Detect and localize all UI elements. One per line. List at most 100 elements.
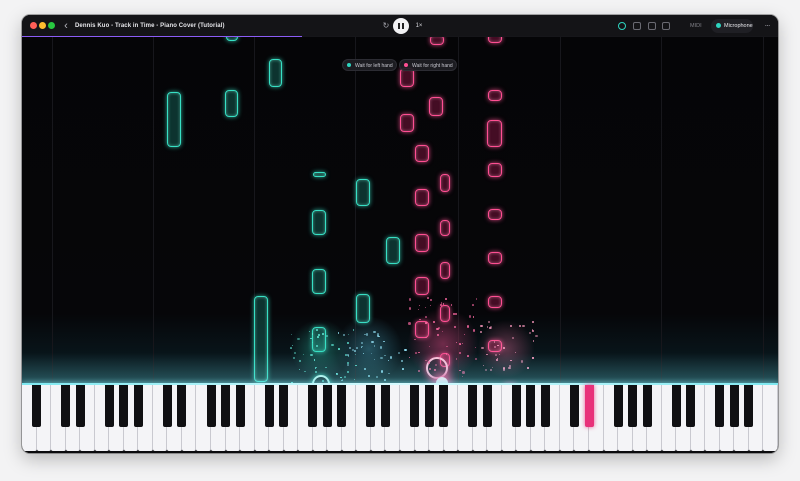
black-key[interactable] xyxy=(380,385,390,427)
black-key[interactable] xyxy=(366,385,376,427)
metronome-icon[interactable] xyxy=(662,22,670,30)
black-key[interactable] xyxy=(424,385,434,427)
black-key[interactable] xyxy=(264,385,274,427)
particle xyxy=(472,304,474,306)
black-key[interactable] xyxy=(468,385,478,427)
particle xyxy=(315,344,318,347)
midi-button[interactable]: MIDI xyxy=(682,19,702,33)
black-key[interactable] xyxy=(308,385,318,427)
black-key[interactable] xyxy=(686,385,696,427)
black-key[interactable] xyxy=(75,385,85,427)
particle xyxy=(408,307,412,310)
black-key[interactable] xyxy=(744,385,754,427)
black-key[interactable] xyxy=(526,385,536,427)
black-key[interactable] xyxy=(540,385,550,427)
right-hand-note xyxy=(440,174,450,192)
black-key[interactable] xyxy=(337,385,347,427)
white-key[interactable] xyxy=(763,385,778,451)
black-key[interactable] xyxy=(279,385,289,427)
particle xyxy=(424,306,426,308)
particle xyxy=(418,304,421,306)
right-hand-note xyxy=(488,37,502,43)
chevron-left-icon[interactable]: ‹ xyxy=(60,19,72,33)
minimize-window-button[interactable] xyxy=(39,22,46,29)
pause-button[interactable] xyxy=(393,18,409,34)
right-hand-note xyxy=(488,163,502,177)
close-window-button[interactable] xyxy=(30,22,37,29)
black-key[interactable] xyxy=(482,385,492,427)
black-key[interactable] xyxy=(439,385,449,427)
particle xyxy=(532,321,535,324)
left-hand-note xyxy=(386,237,400,264)
restart-icon[interactable]: ↻ xyxy=(380,19,392,33)
keyboard-glow-floor xyxy=(22,353,778,383)
right-hand-note xyxy=(488,296,502,308)
particle xyxy=(414,338,416,341)
microphone-button[interactable]: Microphone xyxy=(711,19,753,33)
black-key[interactable] xyxy=(671,385,681,427)
left-hand-note xyxy=(356,179,370,206)
more-options-icon[interactable]: ··· xyxy=(761,19,773,33)
app-window: ‹ Dennis Kuo - Track in Time - Piano Cov… xyxy=(22,15,778,453)
black-key[interactable] xyxy=(410,385,420,427)
particle xyxy=(445,298,448,301)
black-key[interactable] xyxy=(162,385,172,427)
particle xyxy=(429,299,432,302)
black-key[interactable] xyxy=(221,385,231,427)
particle xyxy=(493,341,496,343)
particle xyxy=(472,316,474,318)
black-key[interactable] xyxy=(628,385,638,427)
black-key[interactable] xyxy=(511,385,521,427)
particle xyxy=(430,305,432,307)
particle xyxy=(424,321,427,324)
black-key[interactable] xyxy=(235,385,245,427)
black-key[interactable] xyxy=(177,385,187,427)
hand-icon[interactable] xyxy=(633,22,641,30)
grid-line xyxy=(52,37,53,383)
black-key[interactable] xyxy=(119,385,129,427)
piano-keyboard[interactable] xyxy=(22,383,778,453)
wait-right-hand-button[interactable]: Wait for right hand xyxy=(399,59,457,71)
sheet-music-icon[interactable] xyxy=(648,22,656,30)
right-hand-icon xyxy=(404,63,408,67)
right-hand-note xyxy=(415,145,429,162)
particle xyxy=(343,333,346,336)
right-hand-note xyxy=(429,97,443,116)
wait-left-hand-button[interactable]: Wait for left hand xyxy=(342,59,397,71)
particle xyxy=(373,330,376,334)
particle xyxy=(408,298,411,301)
black-key[interactable] xyxy=(729,385,739,427)
right-hand-note xyxy=(488,90,502,101)
right-hand-note xyxy=(440,220,450,236)
black-key[interactable] xyxy=(322,385,332,427)
grid-line xyxy=(763,37,764,383)
black-key[interactable] xyxy=(569,385,579,427)
particle xyxy=(316,335,319,338)
black-key[interactable] xyxy=(133,385,143,427)
particle xyxy=(427,297,429,299)
particle xyxy=(404,348,407,352)
black-key[interactable] xyxy=(715,385,725,427)
particle xyxy=(532,330,535,333)
particle xyxy=(535,334,538,338)
black-key[interactable] xyxy=(613,385,623,427)
particle xyxy=(290,333,292,335)
hand-toggle-icon[interactable] xyxy=(618,22,626,30)
pause-icon xyxy=(402,23,404,29)
particle xyxy=(475,298,478,300)
left-hand-note xyxy=(313,172,326,177)
black-key[interactable] xyxy=(61,385,71,427)
particle xyxy=(474,346,476,348)
maximize-window-button[interactable] xyxy=(48,22,55,29)
right-hand-note xyxy=(415,234,429,252)
black-key[interactable] xyxy=(206,385,216,427)
black-key[interactable] xyxy=(104,385,114,427)
black-key[interactable] xyxy=(32,385,42,427)
pause-icon xyxy=(398,23,400,29)
black-key[interactable] xyxy=(642,385,652,427)
particle xyxy=(497,344,499,346)
particle xyxy=(437,327,440,329)
particle xyxy=(289,347,292,349)
black-key-active[interactable] xyxy=(584,385,594,427)
playback-speed-button[interactable]: 1× xyxy=(410,19,428,33)
